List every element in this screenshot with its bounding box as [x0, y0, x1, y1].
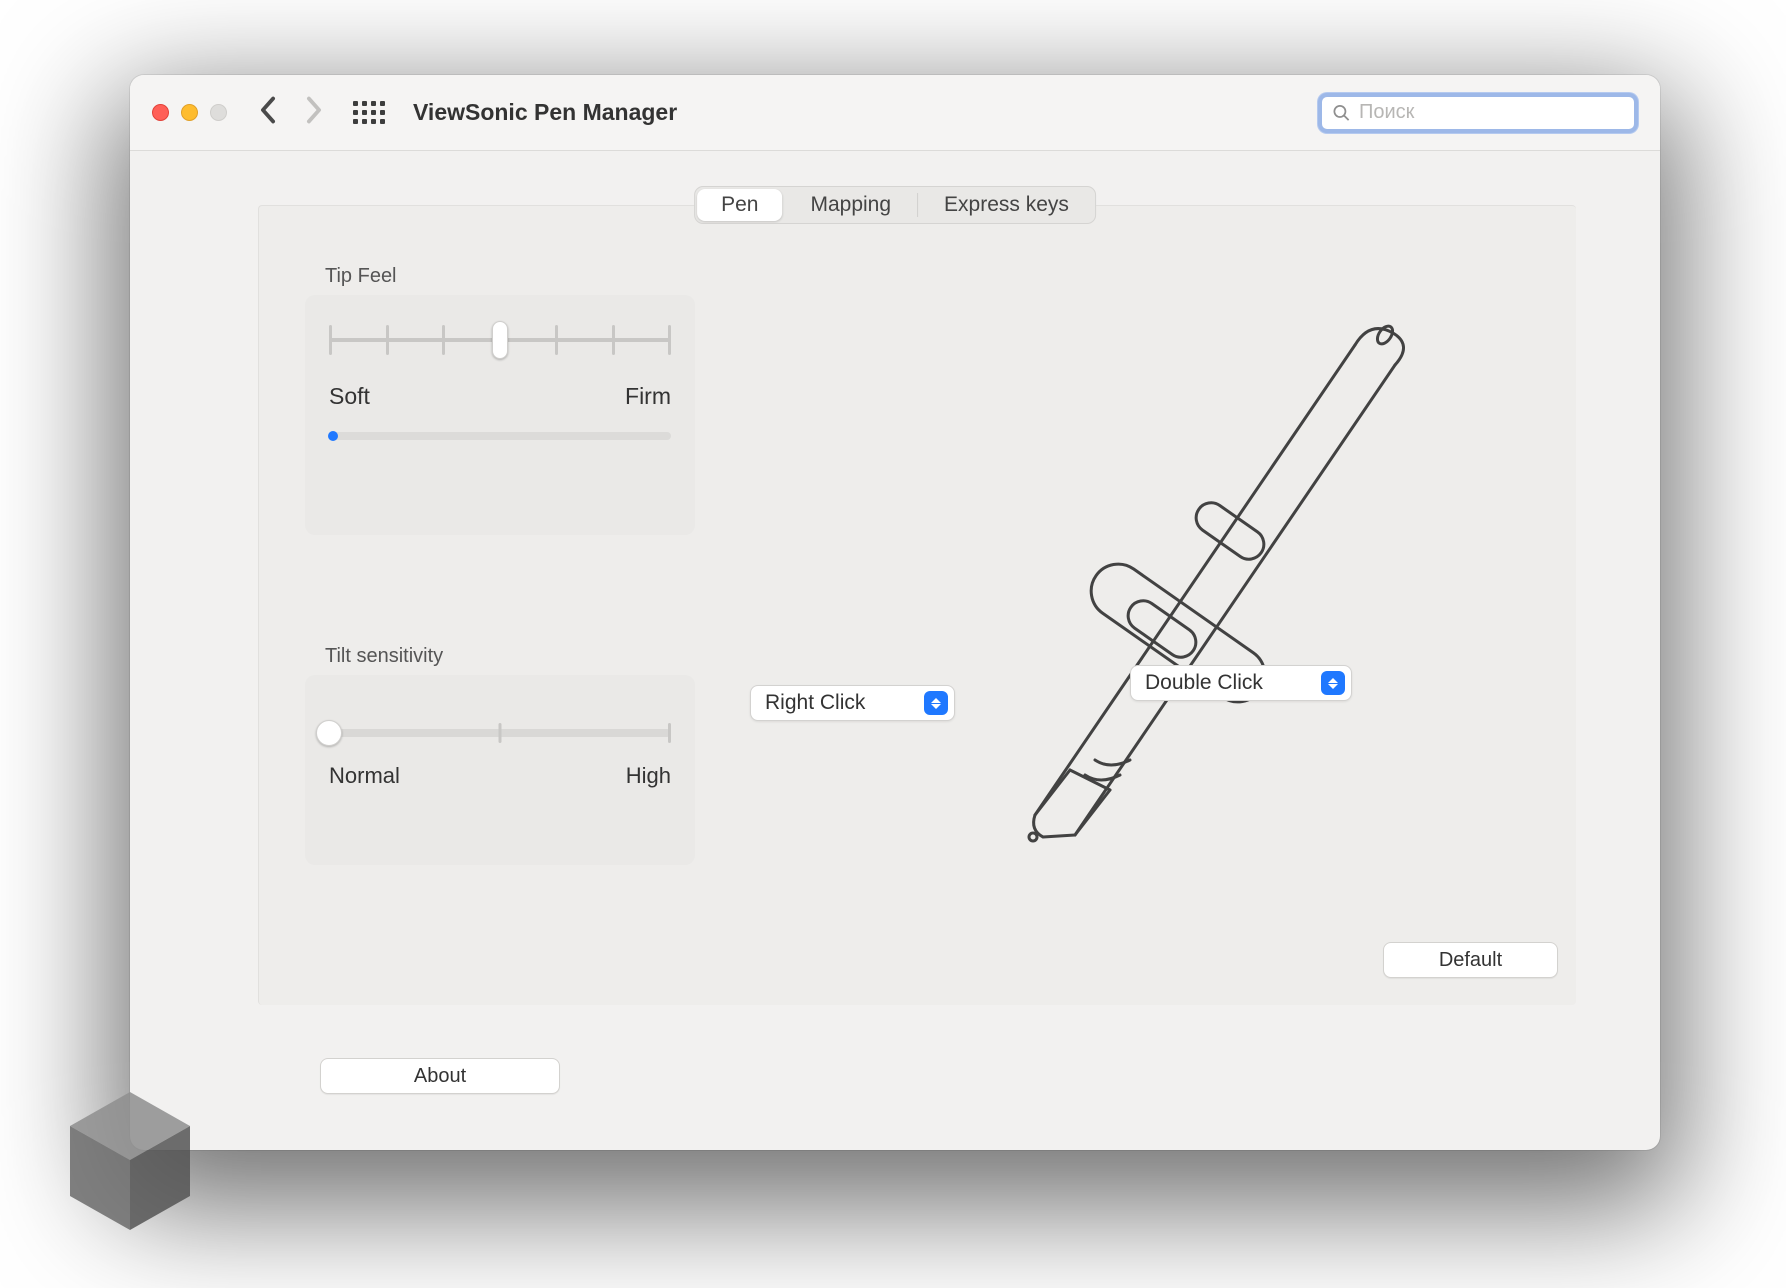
tip-feel-slider-knob[interactable] [492, 321, 508, 359]
cube-watermark-icon [60, 1086, 200, 1236]
tip-feel-soft-label: Soft [329, 383, 370, 410]
back-button[interactable] [257, 96, 279, 129]
tilt-high-label: High [626, 763, 671, 789]
zoom-window-button[interactable] [210, 104, 227, 121]
forward-button[interactable] [303, 96, 325, 129]
dropdown-caret-icon [1321, 671, 1345, 695]
window-title: ViewSonic Pen Manager [413, 99, 677, 126]
default-button[interactable]: Default [1383, 942, 1558, 978]
navigation-arrows [257, 96, 325, 129]
tab-bar: Pen Mapping Express keys [694, 186, 1096, 224]
tip-feel-label: Tip Feel [325, 265, 397, 288]
pen-upper-button-select[interactable]: Double Click [1130, 665, 1352, 701]
minimize-window-button[interactable] [181, 104, 198, 121]
window-toolbar: ViewSonic Pen Manager [130, 75, 1660, 151]
pen-illustration [915, 255, 1435, 855]
traffic-lights [152, 104, 227, 121]
tilt-sensitivity-slider[interactable] [329, 729, 671, 737]
pen-lower-button-select[interactable]: Right Click [750, 685, 955, 721]
show-all-preferences-icon[interactable] [353, 101, 385, 124]
tab-pen[interactable]: Pen [697, 189, 782, 221]
search-field[interactable] [1318, 93, 1638, 133]
pen-lower-button-value: Right Click [765, 691, 865, 715]
tip-feel-group: Tip Feel Soft Firm [305, 295, 695, 535]
tab-mapping[interactable]: Mapping [784, 187, 917, 223]
about-button[interactable]: About [320, 1058, 560, 1094]
tip-feel-slider[interactable] [329, 325, 671, 355]
search-input[interactable] [1359, 101, 1624, 124]
tab-express[interactable]: Express keys [918, 187, 1095, 223]
tilt-sensitivity-label: Tilt sensitivity [325, 645, 443, 668]
dropdown-caret-icon [924, 691, 948, 715]
tip-feel-firm-label: Firm [625, 383, 671, 410]
pen-illustration-area [685, 255, 1395, 855]
tilt-sensitivity-group: Tilt sensitivity Normal High [305, 675, 695, 865]
close-window-button[interactable] [152, 104, 169, 121]
tilt-normal-label: Normal [329, 763, 400, 789]
tilt-slider-knob[interactable] [316, 720, 342, 746]
search-icon [1332, 103, 1351, 123]
pressure-indicator [329, 432, 671, 440]
pen-upper-button-value: Double Click [1145, 671, 1263, 695]
preferences-window: ViewSonic Pen Manager Pen Mapping Expres… [130, 75, 1660, 1150]
